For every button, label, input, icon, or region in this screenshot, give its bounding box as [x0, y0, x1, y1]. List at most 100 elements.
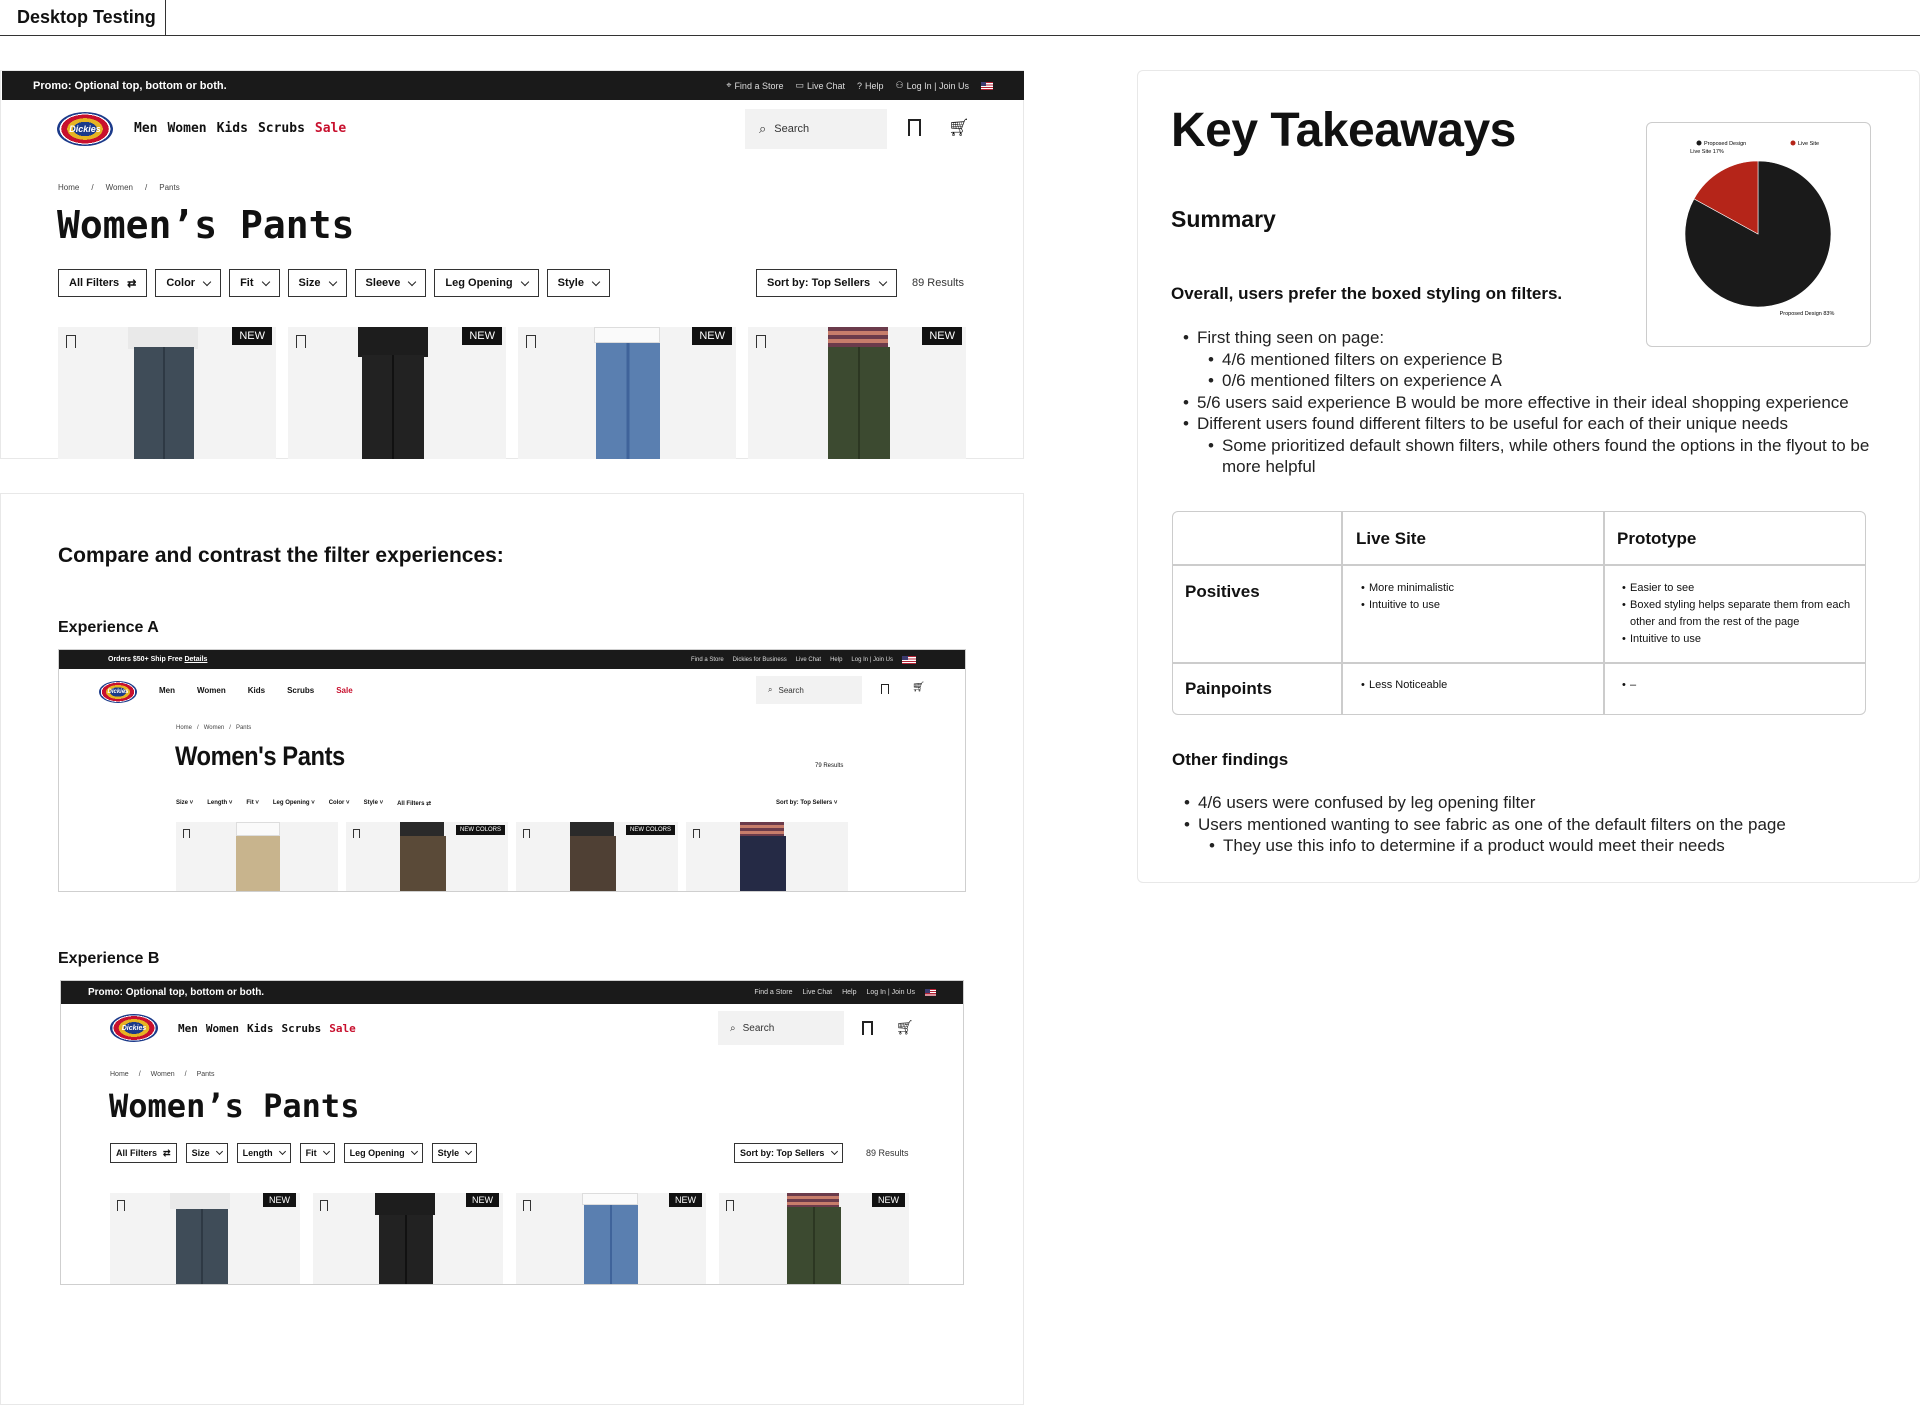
live-chat-link[interactable]: Live Chat	[803, 989, 833, 996]
business-link[interactable]: Dickies for Business	[733, 657, 787, 663]
login-link[interactable]: Log In | Join Us	[851, 657, 893, 663]
wishlist-icon[interactable]	[523, 829, 530, 838]
product-card[interactable]: NEW	[58, 327, 276, 459]
filter-fit[interactable]: Fit	[299, 1143, 335, 1163]
nav-sale[interactable]: Sale	[315, 121, 346, 136]
product-card[interactable]: NEW	[518, 327, 736, 459]
wishlist-icon[interactable]	[526, 335, 536, 348]
product-card[interactable]: NEW	[719, 1193, 909, 1284]
search-input[interactable]: ⌕ Search	[756, 676, 862, 704]
dickies-logo[interactable]: Dickies	[99, 681, 137, 703]
product-card[interactable]: NEW COLORS	[516, 822, 678, 891]
filter-size[interactable]: Size ˅	[176, 800, 193, 807]
wishlist-icon[interactable]	[117, 1200, 125, 1211]
help-link[interactable]: Help	[830, 657, 842, 663]
nav-sale[interactable]: Sale	[329, 1022, 356, 1035]
wishlist-icon[interactable]	[66, 335, 76, 348]
filter-color[interactable]: Color	[155, 269, 222, 297]
nav-men[interactable]: Men	[134, 121, 157, 136]
wishlist-icon[interactable]	[693, 829, 700, 838]
cart-icon[interactable]: 🛒︎	[896, 1019, 914, 1036]
filter-all[interactable]: All Filters ⇄	[110, 1143, 177, 1163]
cart-icon[interactable]: 🛒︎	[912, 682, 925, 693]
search-input[interactable]: ⌕ Search	[745, 109, 887, 149]
sort-dropdown[interactable]: Sort by: Top Sellers	[756, 269, 898, 297]
filter-length[interactable]: Length	[236, 1143, 291, 1163]
find-store-link[interactable]: Find a Store	[754, 989, 792, 996]
wishlist-icon[interactable]	[756, 335, 766, 348]
nav-men[interactable]: Men	[159, 686, 175, 695]
nav-kids[interactable]: Kids	[217, 121, 248, 136]
find-store-link[interactable]: Find a Store	[691, 657, 724, 663]
cell-painpoints-live: Less Noticeable	[1357, 677, 1587, 694]
nav-women[interactable]: Women	[197, 686, 226, 695]
nav-scrubs[interactable]: Scrubs	[287, 686, 314, 695]
login-link[interactable]: ⚇ Log In | Join Us	[896, 80, 969, 91]
filter-leg-opening[interactable]: Leg Opening	[434, 269, 539, 297]
filter-style[interactable]: Style	[546, 269, 610, 297]
find-store-link[interactable]: ⌖ Find a Store	[726, 80, 783, 91]
product-card[interactable]	[686, 822, 848, 891]
sort-dropdown[interactable]: Sort by: Top Sellers	[734, 1143, 844, 1163]
promo-details-link[interactable]: Details	[184, 656, 207, 663]
promo-text: Orders $50+ Ship Free Details	[108, 656, 208, 663]
cart-icon[interactable]: 🛒︎	[948, 118, 970, 138]
filter-all[interactable]: All Filters ⇄	[58, 269, 148, 297]
filter-size[interactable]: Size	[287, 269, 347, 297]
search-input[interactable]: ⌕ Search	[718, 1011, 844, 1045]
product-card[interactable]	[176, 822, 338, 891]
filter-fit[interactable]: Fit ˅	[246, 800, 259, 807]
nav-scrubs[interactable]: Scrubs	[258, 121, 305, 136]
product-card[interactable]: NEW	[288, 327, 506, 459]
bullet: Users mentioned wanting to see fabric as…	[1180, 814, 1900, 836]
filter-style[interactable]: Style ˅	[364, 800, 384, 807]
nav-men[interactable]: Men	[178, 1022, 198, 1035]
wishlist-icon[interactable]	[523, 1200, 531, 1211]
nav-kids[interactable]: Kids	[247, 1022, 274, 1035]
product-card[interactable]: NEW	[110, 1193, 300, 1284]
product-card[interactable]: NEW COLORS	[346, 822, 508, 891]
bookmark-icon[interactable]	[908, 119, 921, 136]
product-card[interactable]: NEW	[516, 1193, 706, 1284]
filter-fit[interactable]: Fit	[229, 269, 280, 297]
filter-all[interactable]: All Filters ⇄	[397, 800, 431, 807]
dickies-logo[interactable]: Dickies	[57, 112, 113, 146]
live-chat-link[interactable]: ▭ Live Chat	[795, 80, 845, 91]
pants-image	[740, 836, 786, 891]
wishlist-icon[interactable]	[183, 829, 190, 838]
us-flag-icon[interactable]	[981, 81, 993, 90]
wishlist-icon[interactable]	[320, 1200, 328, 1211]
product-card[interactable]: NEW	[748, 327, 966, 459]
pants-image	[134, 347, 194, 459]
filter-color[interactable]: Color ˅	[329, 800, 350, 807]
pants-image	[596, 343, 660, 459]
wishlist-icon[interactable]	[726, 1200, 734, 1211]
filter-sleeve[interactable]: Sleeve	[354, 269, 427, 297]
live-chat-link[interactable]: Live Chat	[796, 657, 821, 663]
us-flag-icon[interactable]	[902, 655, 916, 664]
wishlist-icon[interactable]	[296, 335, 306, 348]
bookmark-icon[interactable]	[881, 684, 889, 694]
product-card[interactable]: NEW	[313, 1193, 503, 1284]
help-link[interactable]: Help	[842, 989, 856, 996]
frame-tab[interactable]: Desktop Testing	[0, 0, 166, 36]
sort-dropdown[interactable]: Sort by: Top Sellers ˅	[776, 800, 837, 806]
nav-women[interactable]: Women	[167, 121, 206, 136]
filter-style[interactable]: Style	[431, 1143, 478, 1163]
nav-kids[interactable]: Kids	[248, 686, 265, 695]
filter-leg-opening[interactable]: Leg Opening ˅	[273, 800, 315, 807]
filter-leg-opening[interactable]: Leg Opening	[343, 1143, 423, 1163]
dickies-logo[interactable]: Dickies	[110, 1014, 158, 1042]
nav-sale[interactable]: Sale	[336, 686, 352, 695]
help-link[interactable]: ? Help	[857, 81, 884, 91]
filter-size[interactable]: Size	[185, 1143, 228, 1163]
bookmark-icon[interactable]	[862, 1021, 873, 1035]
model-top	[570, 822, 614, 836]
us-flag-icon[interactable]	[925, 989, 936, 996]
nav-scrubs[interactable]: Scrubs	[282, 1022, 322, 1035]
nav-women[interactable]: Women	[206, 1022, 239, 1035]
login-link[interactable]: Log In | Join Us	[866, 989, 915, 996]
takeaways-title: Key Takeaways	[1171, 104, 1516, 157]
filter-length[interactable]: Length ˅	[207, 800, 232, 807]
wishlist-icon[interactable]	[353, 829, 360, 838]
